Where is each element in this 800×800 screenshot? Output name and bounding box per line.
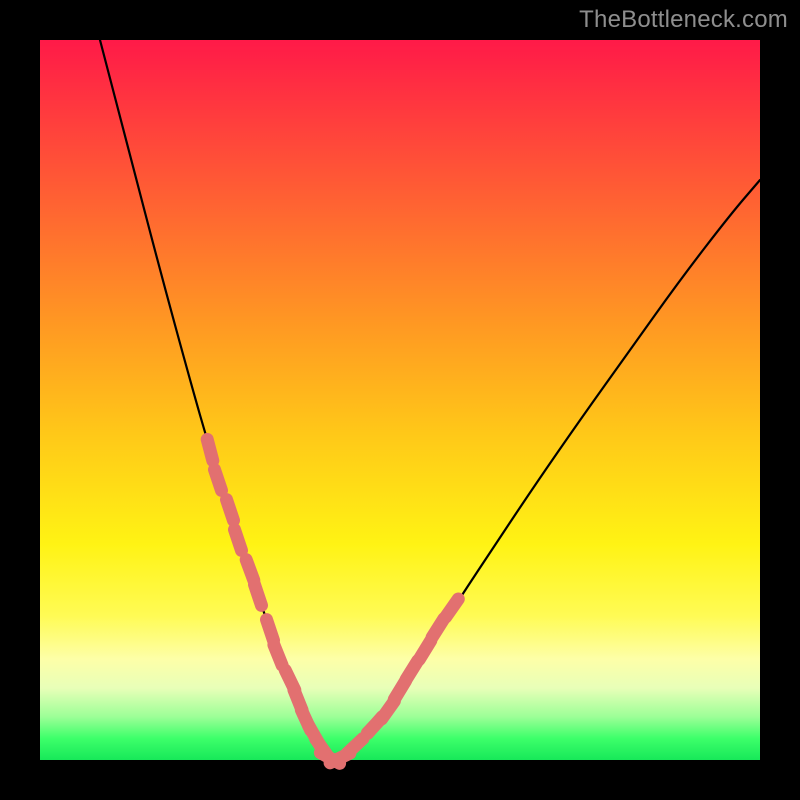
highlight-dash <box>246 560 254 581</box>
plot-area <box>40 40 760 760</box>
highlight-dash <box>274 645 282 665</box>
highlight-dash <box>235 530 242 551</box>
highlight-dash <box>227 500 234 521</box>
highlight-dash <box>255 585 262 606</box>
highlight-dash <box>207 439 213 460</box>
highlight-dash <box>267 620 274 641</box>
highlight-dashes <box>207 439 458 763</box>
highlight-dash <box>446 599 459 617</box>
watermark-text: TheBottleneck.com <box>579 6 788 34</box>
highlight-dash <box>215 470 222 491</box>
highlight-dash <box>419 641 431 660</box>
chart-frame: TheBottleneck.com <box>0 0 800 800</box>
highlight-dash <box>347 739 363 754</box>
curve-svg <box>40 40 760 760</box>
